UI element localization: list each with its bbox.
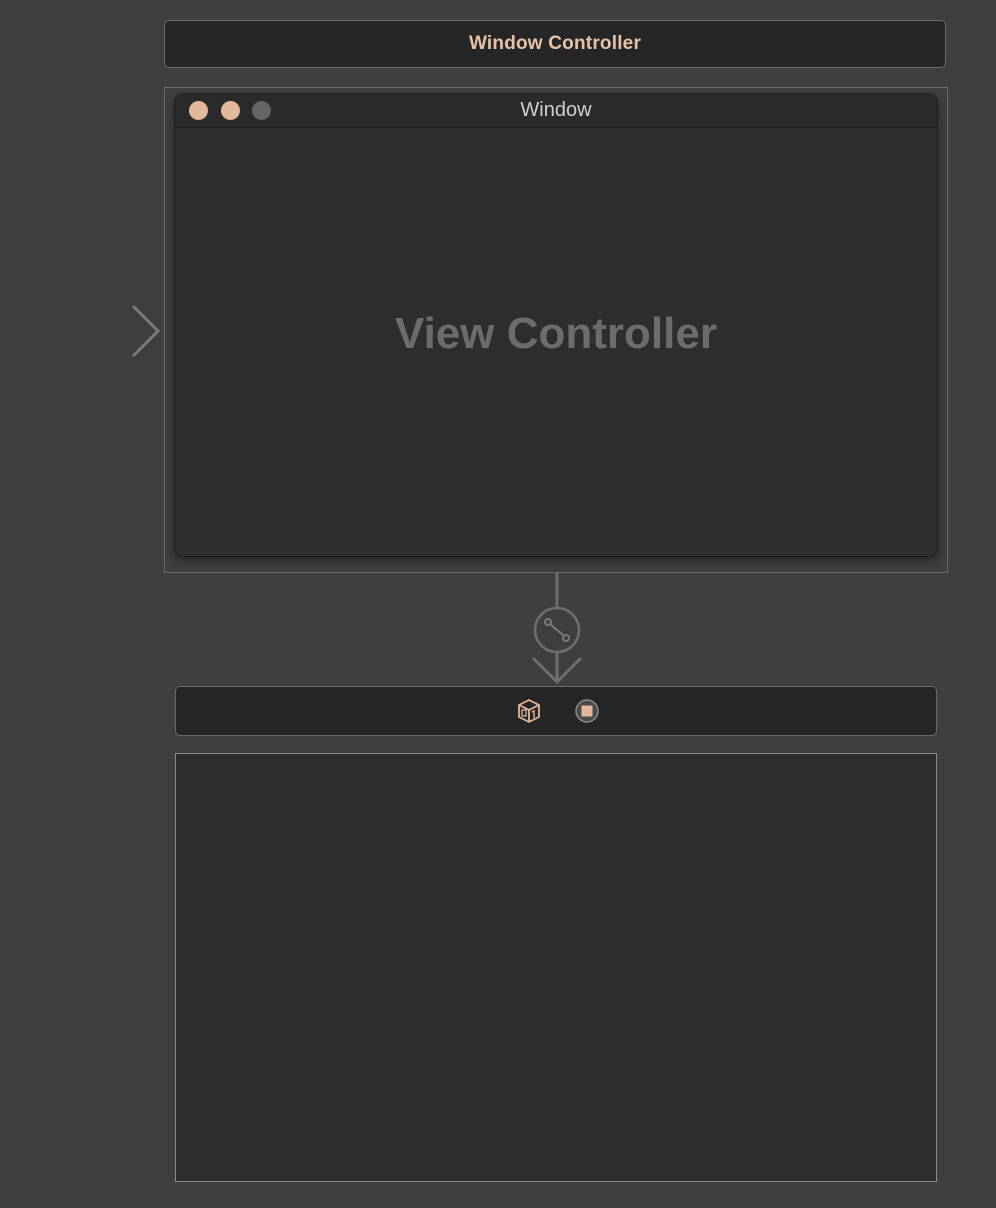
view-controller-scene-dock[interactable] bbox=[175, 686, 937, 736]
window-controller-title: Window Controller bbox=[468, 33, 642, 54]
view-controller-root-view[interactable] bbox=[175, 753, 937, 1182]
window-controller-scene-header[interactable]: Window Controller bbox=[164, 20, 946, 68]
first-responder-icon[interactable] bbox=[574, 698, 600, 724]
window-titlebar[interactable]: Window bbox=[175, 94, 937, 128]
window-content-segue[interactable] bbox=[520, 572, 594, 687]
view-controller-placeholder-label: View Controller bbox=[395, 309, 717, 358]
entry-point-arrow[interactable] bbox=[0, 300, 170, 360]
window-title: Window bbox=[520, 99, 592, 121]
window-mock[interactable]: Window View Controller bbox=[175, 94, 937, 556]
view-controller-icon[interactable] bbox=[516, 698, 542, 724]
